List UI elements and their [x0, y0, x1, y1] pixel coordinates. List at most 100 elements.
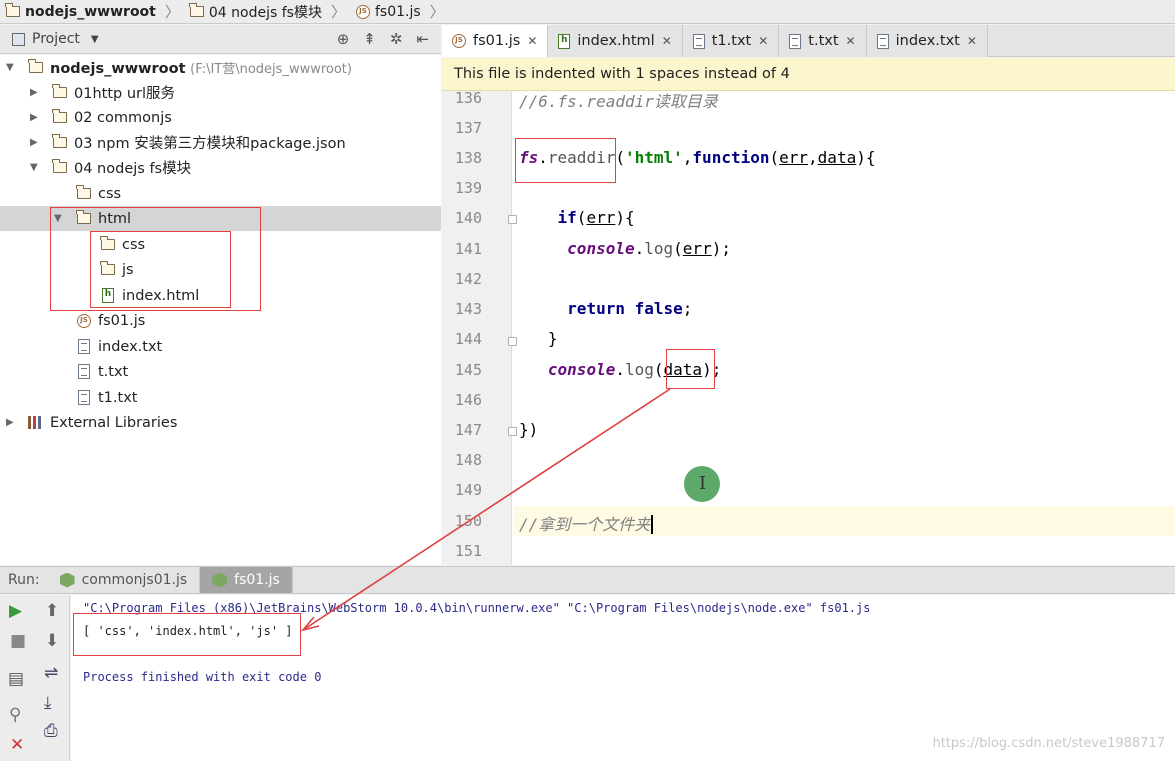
code-line-141: console.log(err); [567, 239, 731, 258]
tree-item-04fs[interactable]: ▼ 04 nodejs fs模块 [0, 155, 441, 180]
line-number: 144 [454, 330, 482, 348]
text-file-icon [876, 33, 889, 49]
code-line-144: } [547, 329, 558, 348]
editor-tabs: JS fs01.js ✕ h index.html ✕ t1.txt ✕ t.t… [442, 25, 1175, 57]
line-number: 142 [454, 270, 482, 288]
wrap-icon[interactable]: ⇌ [44, 663, 58, 683]
fold-marker-icon[interactable] [508, 215, 517, 224]
project-icon [12, 32, 25, 46]
tab-index-txt[interactable]: index.txt ✕ [866, 25, 988, 57]
close-icon[interactable]: ✕ [758, 34, 768, 48]
folder-icon [52, 109, 67, 123]
arrow-up-icon[interactable]: ⬆ [45, 601, 59, 621]
text-file-icon [789, 33, 802, 49]
js-file-icon: JS [355, 4, 370, 19]
layout-icon[interactable]: ▤ [8, 669, 24, 689]
folder-icon [189, 3, 204, 17]
tab-t1-txt[interactable]: t1.txt ✕ [682, 25, 780, 57]
code-line-143: return false; [567, 299, 693, 318]
text-file-icon [78, 339, 90, 354]
code-line-147: }) [519, 420, 539, 439]
nodejs-icon [212, 572, 228, 588]
text-file-icon [78, 390, 90, 405]
text-caret [651, 515, 654, 534]
js-file-icon: JS [452, 34, 466, 48]
arrow-down-icon[interactable]: ⬇ [45, 631, 59, 651]
line-number: 151 [454, 542, 482, 560]
code-line-140: if(err){ [557, 208, 635, 227]
tree-item-css[interactable]: css [0, 181, 441, 206]
run-toolbar: ▶ ■ ▤ ⚲ ✕ ⬆ ⬇ ⇌ ⤓ ⎙ [0, 595, 70, 761]
breadcrumb-file[interactable]: JS fs01.js 〉 [355, 1, 455, 22]
stop-icon[interactable]: ■ [10, 631, 26, 651]
breadcrumb-folder[interactable]: 04 nodejs fs模块 〉 [189, 1, 356, 22]
collapsed-arrow-icon[interactable]: ▶ [30, 112, 42, 123]
run-tab-commonjs01[interactable]: commonjs01.js [48, 567, 201, 593]
run-icon[interactable]: ▶ [9, 601, 22, 621]
indent-notice: This file is indented with 1 spaces inst… [442, 58, 1175, 91]
collapsed-arrow-icon[interactable]: ▶ [6, 417, 18, 428]
close-icon[interactable]: ✕ [967, 34, 977, 48]
tree-item-t1-txt[interactable]: t1.txt [0, 385, 441, 410]
tab-t-txt[interactable]: t.txt ✕ [779, 25, 867, 57]
project-view-selector[interactable]: Project ▼ [12, 31, 132, 47]
library-icon [28, 416, 44, 429]
chevron-right-icon: 〉 [330, 3, 346, 21]
tree-item-01http[interactable]: ▶ 01http url服务 [0, 80, 441, 105]
folder-icon [28, 59, 43, 73]
code-line-136: //6.fs.readdir读取目录 [519, 92, 718, 111]
close-icon[interactable]: ✕ [10, 735, 24, 755]
pin-icon[interactable]: ⚲ [9, 705, 21, 725]
tree-item-root[interactable]: ▼ nodejs_wwwroot (F:\IT营\nodejs_wwwroot) [0, 55, 441, 80]
line-number: 148 [454, 451, 482, 469]
tree-item-t-txt[interactable]: t.txt [0, 359, 441, 384]
js-file-icon: JS [77, 313, 91, 328]
fold-marker-icon[interactable] [508, 427, 517, 436]
tab-index-html[interactable]: h index.html ✕ [548, 25, 683, 57]
folder-icon [76, 185, 91, 199]
annotation-box-output [73, 613, 301, 656]
code-line-150: //拿到一个文件夹 [519, 511, 654, 535]
line-number: 139 [454, 179, 482, 197]
expanded-arrow-icon[interactable]: ▼ [30, 162, 42, 173]
tree-item-02commonjs[interactable]: ▶ 02 commonjs [0, 105, 441, 130]
line-number: 141 [454, 240, 482, 258]
close-icon[interactable]: ✕ [662, 34, 672, 48]
hide-panel-icon[interactable]: ⇤ [416, 30, 429, 48]
line-number: 146 [454, 391, 482, 409]
collapsed-arrow-icon[interactable]: ▶ [30, 137, 42, 148]
annotation-box-html-children [90, 231, 231, 308]
console-exit-line: Process finished with exit code 0 [83, 670, 322, 684]
collapsed-arrow-icon[interactable]: ▶ [30, 87, 42, 98]
line-number: 137 [454, 119, 482, 137]
line-number: 136 [454, 91, 482, 107]
line-number: 138 [454, 149, 482, 167]
locate-icon[interactable]: ⊕ [337, 30, 350, 48]
line-number: 147 [454, 421, 482, 439]
chevron-right-icon: 〉 [429, 3, 445, 21]
tab-fs01-js[interactable]: JS fs01.js ✕ [442, 25, 549, 57]
fold-marker-icon[interactable] [508, 337, 517, 346]
run-tab-fs01[interactable]: fs01.js [200, 567, 293, 593]
scroll-end-icon[interactable]: ⤓ [44, 693, 52, 713]
tree-item-fs01[interactable]: JS fs01.js [0, 308, 441, 333]
tree-item-index-txt[interactable]: index.txt [0, 334, 441, 359]
folder-icon [52, 134, 67, 148]
run-panel-header: Run: commonjs01.js fs01.js [0, 566, 1175, 594]
line-number: 149 [454, 481, 482, 499]
collapse-icon[interactable]: ⇞ [363, 30, 376, 48]
nodejs-icon [59, 572, 75, 588]
expanded-arrow-icon[interactable]: ▼ [6, 62, 18, 73]
folder-icon [52, 159, 67, 173]
line-number: 140 [454, 209, 482, 227]
tree-item-03npm[interactable]: ▶ 03 npm 安装第三方模块和package.json [0, 130, 441, 155]
tree-item-external-libraries[interactable]: ▶ External Libraries [0, 410, 441, 435]
close-icon[interactable]: ✕ [846, 34, 856, 48]
print-icon[interactable]: ⎙ [44, 721, 58, 741]
text-file-icon [78, 364, 90, 379]
close-icon[interactable]: ✕ [527, 34, 537, 48]
gear-icon[interactable]: ✲ [390, 30, 403, 48]
chevron-down-icon: ▼ [90, 33, 99, 45]
breadcrumb-root[interactable]: nodejs_wwwroot 〉 [5, 1, 190, 22]
text-cursor-icon: I [699, 473, 707, 494]
